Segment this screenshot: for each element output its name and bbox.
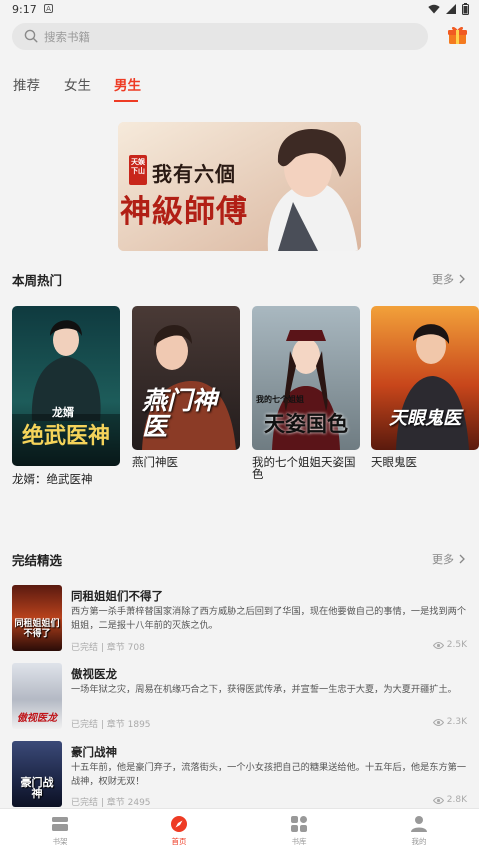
- cover-title: 豪门战神: [20, 776, 54, 800]
- nav-label: 书架: [52, 837, 68, 846]
- list-meta: 已完结 | 章节 1895: [71, 720, 151, 730]
- nav-profile[interactable]: 我的: [389, 815, 449, 847]
- list-meta: 已完结 | 章节 708: [71, 643, 145, 653]
- gift-icon[interactable]: [447, 25, 468, 46]
- list-cover-1: 同租姐姐们不得了: [12, 585, 62, 651]
- weekly-hot-title: 本周热门: [12, 273, 63, 288]
- list-title: 傲视医龙: [71, 667, 117, 681]
- list-views: 2.3K: [432, 717, 467, 727]
- battery-icon: [462, 3, 469, 15]
- book-title-4[interactable]: 天眼鬼医: [371, 456, 479, 468]
- book-cover-4[interactable]: 天眼鬼医: [371, 306, 479, 450]
- signal-icon: [446, 4, 456, 14]
- completed-more-link[interactable]: 更多: [432, 551, 465, 567]
- banner-title-line2: 神級師傅: [120, 194, 248, 230]
- chevron-right-icon: [459, 554, 465, 564]
- eye-icon: [432, 641, 444, 649]
- compass-icon: [171, 816, 187, 832]
- list-title: 同租姐姐们不得了: [71, 589, 163, 603]
- cover-title: 燕门神医: [142, 386, 218, 441]
- nav-label: 首页: [171, 837, 187, 846]
- list-views: 2.8K: [432, 795, 467, 805]
- book-title-2[interactable]: 燕门神医: [132, 456, 240, 468]
- banner-publisher: 天娱下山: [131, 158, 145, 175]
- grid-icon: [291, 816, 307, 832]
- list-desc: 西方第一杀手萧梓替国家消除了西方威胁之后回到了华国，现在他要做自己的事情，一是找…: [71, 606, 467, 631]
- book-cover-3[interactable]: 我的七个姐姐 天姿国色: [252, 306, 360, 450]
- more-label: 更多: [432, 553, 454, 566]
- promo-banner[interactable]: 天娱下山 我有六個 神級師傅: [118, 122, 361, 251]
- list-desc: 十五年前，他是豪门弃子，流落街头，一个小女孩把自己的糖果送给他。十五年后，他是东…: [71, 762, 467, 787]
- banner-title-line1: 我有六個: [152, 162, 236, 186]
- cover-title: 傲视医龙: [17, 713, 57, 724]
- list-views: 2.5K: [432, 640, 467, 650]
- status-time: 9:17: [12, 3, 37, 16]
- nav-home[interactable]: 首页: [149, 815, 209, 847]
- bookshelf-icon: [52, 817, 68, 831]
- wifi-icon: [428, 4, 440, 14]
- cover-title: 绝武医神: [21, 424, 110, 449]
- tab-female[interactable]: 女生: [64, 74, 91, 94]
- status-icons: [428, 3, 469, 15]
- cover-title: 天眼鬼医: [389, 408, 461, 429]
- list-cover-3: 豪门战神: [12, 741, 62, 807]
- cover-title: 天姿国色: [264, 412, 348, 436]
- tab-male[interactable]: 男生: [114, 74, 141, 94]
- cover-subtitle: 我的七个姐姐: [256, 395, 304, 404]
- book-cover-1[interactable]: 龙婿 绝武医神: [12, 306, 120, 466]
- search-icon: [24, 29, 38, 43]
- nav-library[interactable]: 书库: [269, 815, 329, 847]
- cover-title: 同租姐姐们不得了: [14, 619, 60, 639]
- nav-bookshelf[interactable]: 书架: [30, 815, 90, 847]
- search-placeholder: 搜索书籍: [44, 30, 90, 44]
- list-title: 豪门战神: [71, 745, 117, 759]
- nav-label: 书库: [291, 837, 307, 846]
- book-title-3[interactable]: 我的七个姐姐天姿国色: [252, 456, 360, 480]
- more-label: 更多: [432, 273, 454, 286]
- eye-icon: [432, 718, 444, 726]
- tab-recommend[interactable]: 推荐: [13, 74, 40, 94]
- views-count: 2.3K: [446, 717, 467, 727]
- list-cover-2: 傲视医龙: [12, 663, 62, 729]
- views-count: 2.8K: [446, 795, 467, 805]
- eye-icon: [432, 796, 444, 804]
- book-cover-2[interactable]: 燕门神医: [132, 306, 240, 450]
- nav-label: 我的: [411, 837, 427, 846]
- search-input[interactable]: 搜索书籍: [12, 23, 428, 50]
- bottom-nav: 书架 首页 书库 我的: [0, 808, 479, 853]
- completed-title: 完结精选: [12, 553, 63, 568]
- notification-icon: A: [44, 4, 53, 13]
- list-desc: 一场年狱之灾，周易在机缘巧合之下，获得医武传承，并宣誓一生忠于大夏，为大夏开疆扩…: [71, 684, 457, 695]
- chevron-right-icon: [459, 274, 465, 284]
- user-icon: [411, 816, 427, 832]
- book-title-1[interactable]: 龙婿：绝武医神: [12, 473, 120, 485]
- weekly-hot-more-link[interactable]: 更多: [432, 271, 465, 287]
- list-meta: 已完结 | 章节 2495: [71, 798, 151, 808]
- status-bar: 9:17 A: [0, 0, 479, 20]
- views-count: 2.5K: [446, 640, 467, 650]
- tab-active-indicator: [114, 100, 138, 102]
